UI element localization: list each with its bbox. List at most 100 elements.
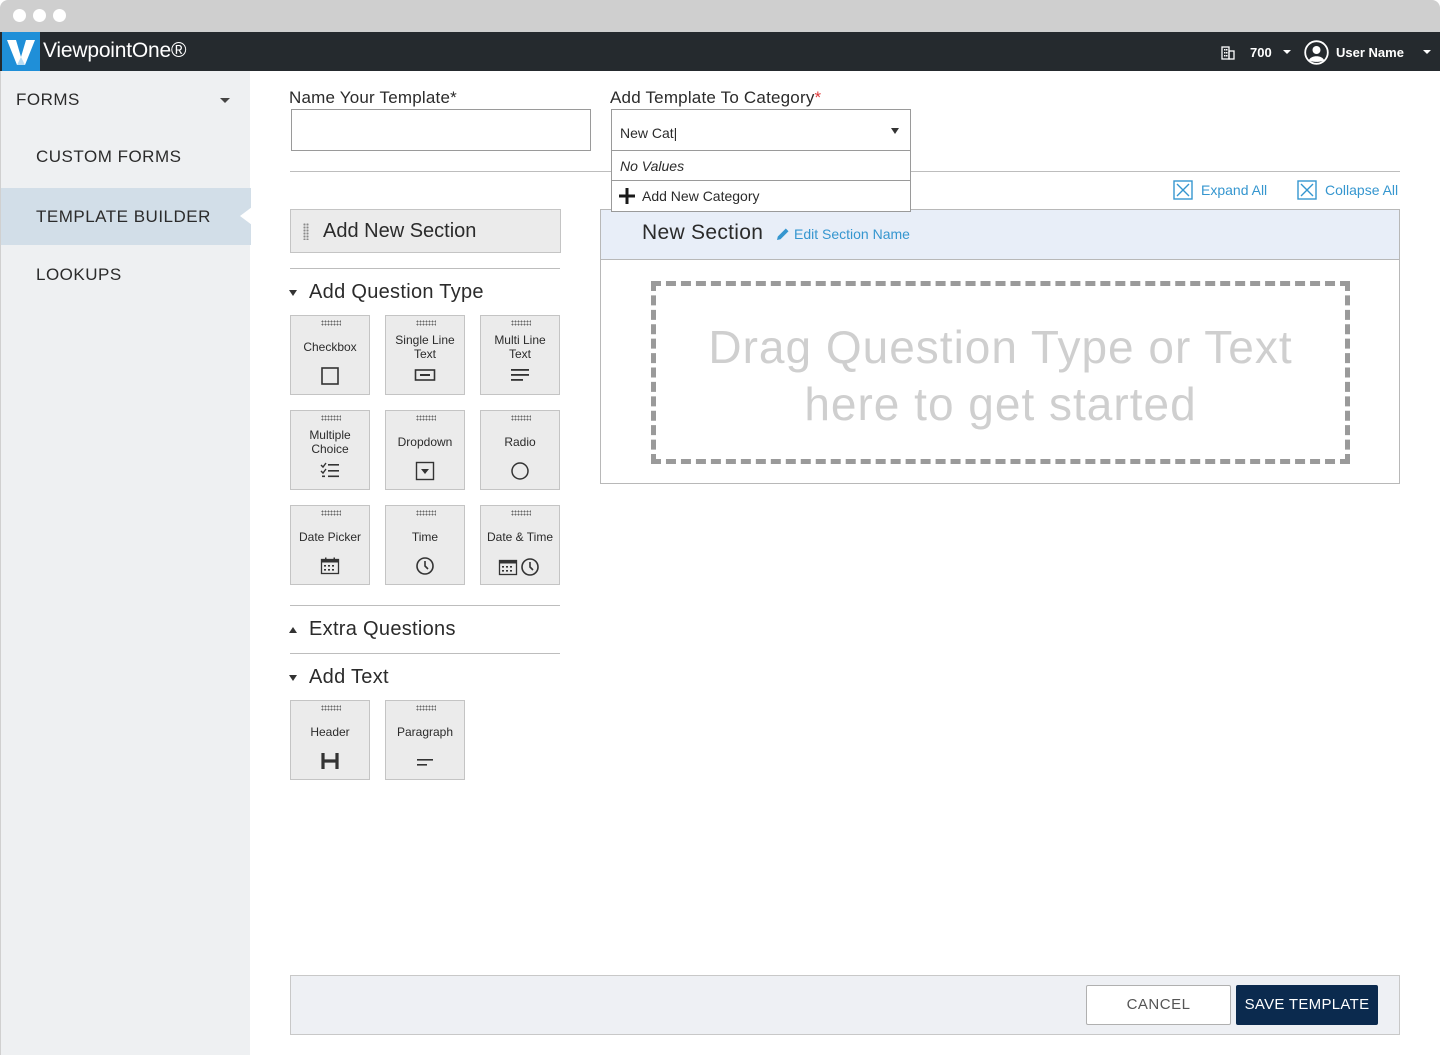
chevron-down-icon bbox=[1282, 50, 1291, 54]
footer-action-bar: CANCEL SAVE TEMPLATE bbox=[290, 975, 1400, 1035]
question-type-date-picker[interactable]: Date Picker bbox=[290, 505, 370, 585]
pencil-icon bbox=[777, 228, 789, 240]
edit-section-name-label: Edit Section Name bbox=[794, 226, 910, 242]
calendar-icon bbox=[291, 557, 369, 580]
checkbox-icon bbox=[291, 366, 369, 391]
company-number: 700 bbox=[1250, 44, 1272, 60]
template-name-label: Name Your Template* bbox=[289, 88, 457, 107]
cancel-button[interactable]: CANCEL bbox=[1086, 985, 1231, 1025]
text-type-header[interactable]: Header bbox=[290, 700, 370, 780]
expand-icon bbox=[1173, 180, 1193, 200]
add-text-toggle[interactable]: Add Text bbox=[289, 666, 389, 689]
category-dropdown-list: No Values Add New Category bbox=[611, 151, 911, 212]
user-menu[interactable]: User Name bbox=[1304, 39, 1431, 65]
tile-label: Dropdown bbox=[397, 435, 453, 449]
add-question-type-title: Add Question Type bbox=[309, 281, 484, 303]
active-indicator bbox=[240, 207, 252, 225]
section-name: New Section bbox=[642, 221, 764, 244]
no-values-text: No Values bbox=[620, 158, 685, 174]
window-minimize-dot[interactable] bbox=[33, 9, 46, 22]
tile-label: Time bbox=[411, 530, 439, 544]
drag-handle-icon bbox=[416, 320, 436, 326]
save-template-button[interactable]: SAVE TEMPLATE bbox=[1236, 985, 1378, 1025]
tile-label: Text bbox=[508, 347, 531, 361]
edit-section-name-link[interactable]: Edit Section Name bbox=[776, 226, 910, 242]
category-input-value: New Cat| bbox=[620, 125, 678, 141]
question-dropzone[interactable]: Drag Question Type or Text here to get s… bbox=[651, 281, 1350, 464]
single-line-text-icon bbox=[386, 368, 464, 387]
paragraph-icon bbox=[386, 755, 464, 773]
extra-questions-title: Extra Questions bbox=[309, 618, 456, 640]
tile-label: Date Picker bbox=[298, 530, 362, 544]
category-combobox[interactable]: New Cat| bbox=[611, 109, 911, 151]
sidebar-item-custom-forms[interactable]: CUSTOM FORMS bbox=[1, 128, 251, 185]
tile-label: Single Line bbox=[395, 333, 455, 347]
add-new-section-button[interactable]: Add New Section bbox=[290, 209, 561, 253]
question-type-radio[interactable]: Radio bbox=[480, 410, 560, 490]
add-text-title: Add Text bbox=[309, 666, 389, 688]
chevron-down-icon bbox=[1422, 50, 1431, 54]
chevron-down-icon[interactable] bbox=[220, 98, 230, 103]
tile-label: Radio bbox=[504, 435, 536, 449]
triangle-up-icon bbox=[289, 626, 297, 633]
company-selector[interactable]: 700 bbox=[1220, 42, 1291, 62]
question-type-date-time[interactable]: Date & Time bbox=[480, 505, 560, 585]
radio-icon bbox=[481, 461, 559, 486]
user-avatar-icon bbox=[1304, 39, 1329, 65]
section-header: New Section Edit Section Name bbox=[601, 210, 1399, 260]
clock-icon bbox=[386, 556, 464, 581]
sidebar-item-lookups[interactable]: LOOKUPS bbox=[1, 246, 251, 303]
drag-handle-icon bbox=[321, 415, 341, 421]
multiple-choice-icon bbox=[291, 462, 369, 483]
add-new-section-label: Add New Section bbox=[323, 220, 477, 242]
extra-questions-toggle[interactable]: Extra Questions bbox=[289, 618, 456, 641]
add-question-type-toggle[interactable]: Add Question Type bbox=[289, 281, 484, 304]
category-label-text: Add Template To Category bbox=[610, 88, 815, 107]
collapse-icon bbox=[1297, 180, 1317, 200]
window-titlebar bbox=[0, 0, 1440, 32]
question-type-checkbox[interactable]: Checkbox bbox=[290, 315, 370, 395]
text-type-paragraph[interactable]: Paragraph bbox=[385, 700, 465, 780]
triangle-down-icon bbox=[289, 674, 297, 681]
question-type-multiple-choice[interactable]: Multiple Choice bbox=[290, 410, 370, 490]
sidebar-item-template-builder[interactable]: TEMPLATE BUILDER bbox=[1, 188, 252, 245]
palette-divider bbox=[290, 653, 560, 654]
drag-handle-icon bbox=[321, 510, 341, 516]
collapse-all-label: Collapse All bbox=[1325, 182, 1399, 198]
divider bbox=[612, 180, 910, 181]
window-maximize-dot[interactable] bbox=[53, 9, 66, 22]
plus-icon bbox=[619, 188, 635, 204]
question-type-single-line-text[interactable]: Single Line Text bbox=[385, 315, 465, 395]
collapse-all-button[interactable]: Collapse All bbox=[1297, 180, 1398, 200]
question-type-dropdown[interactable]: Dropdown bbox=[385, 410, 465, 490]
expand-all-button[interactable]: Expand All bbox=[1173, 180, 1267, 200]
sidebar-section-forms[interactable]: FORMS bbox=[16, 90, 80, 110]
drag-handle-icon bbox=[416, 415, 436, 421]
viewpoint-logo-icon[interactable] bbox=[2, 32, 40, 71]
dropdown-icon bbox=[386, 461, 464, 486]
triangle-down-icon bbox=[289, 289, 297, 296]
question-type-multi-line-text[interactable]: Multi Line Text bbox=[480, 315, 560, 395]
template-name-input[interactable] bbox=[291, 109, 591, 151]
tile-label: Date & Time bbox=[486, 530, 554, 544]
add-new-category-label: Add New Category bbox=[642, 188, 760, 204]
drag-handle-icon[interactable] bbox=[303, 223, 309, 240]
expand-all-label: Expand All bbox=[1201, 182, 1268, 198]
tile-label: Multi Line bbox=[494, 333, 546, 347]
calendar-clock-icon bbox=[481, 557, 559, 582]
drag-handle-icon bbox=[416, 705, 436, 711]
dropdown-arrow-icon[interactable] bbox=[891, 128, 899, 134]
user-name: User Name bbox=[1336, 44, 1404, 60]
drag-handle-icon bbox=[321, 320, 341, 326]
question-type-time[interactable]: Time bbox=[385, 505, 465, 585]
window-close-dot[interactable] bbox=[13, 9, 26, 22]
palette-divider bbox=[290, 268, 560, 269]
drag-handle-icon bbox=[511, 415, 531, 421]
tile-label: Text bbox=[413, 347, 436, 361]
drag-handle-icon bbox=[321, 705, 341, 711]
tile-label: Header bbox=[310, 725, 350, 739]
category-label: Add Template To Category* bbox=[610, 88, 821, 108]
app-title: ViewpointOne® bbox=[43, 39, 187, 62]
add-new-category-option[interactable]: Add New Category bbox=[618, 187, 760, 205]
header-icon bbox=[291, 752, 369, 775]
